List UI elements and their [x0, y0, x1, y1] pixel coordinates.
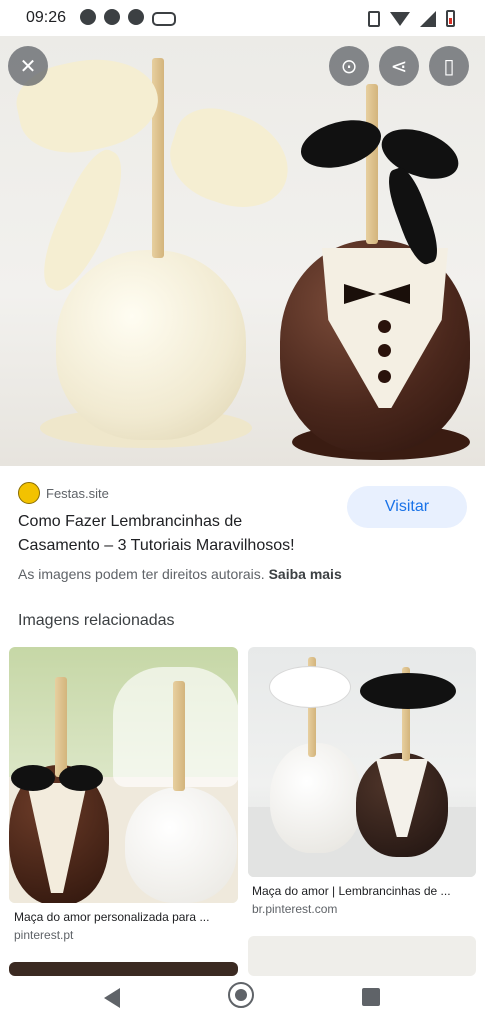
- dark-apple-stick: [366, 84, 378, 244]
- share-button[interactable]: ⋖: [379, 46, 419, 86]
- cream-bow-right: [159, 97, 301, 221]
- related-domain-2: br.pinterest.com: [252, 902, 338, 916]
- preview-image[interactable]: ✕ ⊙ ⋖ ▯: [0, 36, 485, 466]
- black-bow: [11, 765, 55, 791]
- related-image-4[interactable]: [248, 936, 476, 976]
- bowtie-left: [344, 284, 376, 304]
- related-image-1[interactable]: [9, 647, 238, 903]
- learn-more-link[interactable]: Saiba mais: [269, 566, 342, 582]
- bride-apple: [125, 787, 237, 903]
- close-icon: ✕: [19, 55, 37, 78]
- lens-button[interactable]: ⊙: [329, 46, 369, 86]
- black-bow: [59, 765, 103, 791]
- home-icon[interactable]: [228, 982, 254, 1008]
- recent-apps-icon[interactable]: [362, 988, 380, 1006]
- status-bar: 09:26: [0, 0, 485, 36]
- related-domain-1: pinterest.pt: [14, 928, 74, 942]
- related-image-2[interactable]: [248, 647, 476, 877]
- page-title[interactable]: Como Fazer Lembrancinhas de Casamento – …: [18, 510, 318, 558]
- related-image-3[interactable]: [9, 962, 238, 976]
- source-row[interactable]: Festas.site: [18, 482, 109, 504]
- back-icon[interactable]: [104, 988, 120, 1008]
- close-button[interactable]: ✕: [8, 46, 48, 86]
- white-candy-apple: [56, 250, 246, 440]
- black-bow: [360, 673, 456, 709]
- tux-button: [378, 320, 391, 333]
- lens-icon: ⊙: [340, 55, 358, 78]
- tux-button: [378, 370, 391, 383]
- tux-button: [378, 344, 391, 357]
- bowtie-right: [378, 284, 410, 304]
- stick: [55, 677, 67, 777]
- related-caption-2[interactable]: Maça do amor | Lembrancinhas de ...: [252, 884, 474, 898]
- chrome-icon: [80, 9, 96, 25]
- related-caption-1[interactable]: Maça do amor personalizada para ...: [14, 910, 238, 924]
- wifi-icon: [390, 11, 410, 26]
- white-apple: [270, 743, 362, 853]
- navigation-bar: [0, 976, 485, 1024]
- status-time: 09:26: [26, 9, 67, 26]
- system-icons: [368, 10, 455, 27]
- save-button[interactable]: ▯: [429, 46, 469, 86]
- notification-icons: [80, 9, 176, 26]
- copyright-notice: As imagens podem ter direitos autorais. …: [18, 566, 342, 582]
- site-logo-icon: [18, 482, 40, 504]
- chrome-icon: [104, 9, 120, 25]
- share-icon: ⋖: [390, 55, 408, 78]
- vibrate-icon: [368, 10, 380, 27]
- source-name: Festas.site: [46, 485, 109, 501]
- visit-button[interactable]: Visitar: [347, 486, 467, 528]
- related-heading: Imagens relacionadas: [18, 612, 175, 629]
- battery-icon: [446, 10, 455, 27]
- bookmark-icon: ▯: [443, 55, 455, 78]
- copyright-text: As imagens podem ter direitos autorais.: [18, 566, 265, 582]
- mail-icon: [128, 9, 144, 25]
- signal-icon: [420, 10, 436, 27]
- voicemail-icon: [152, 12, 176, 26]
- white-bow: [270, 667, 350, 707]
- stick: [173, 681, 185, 791]
